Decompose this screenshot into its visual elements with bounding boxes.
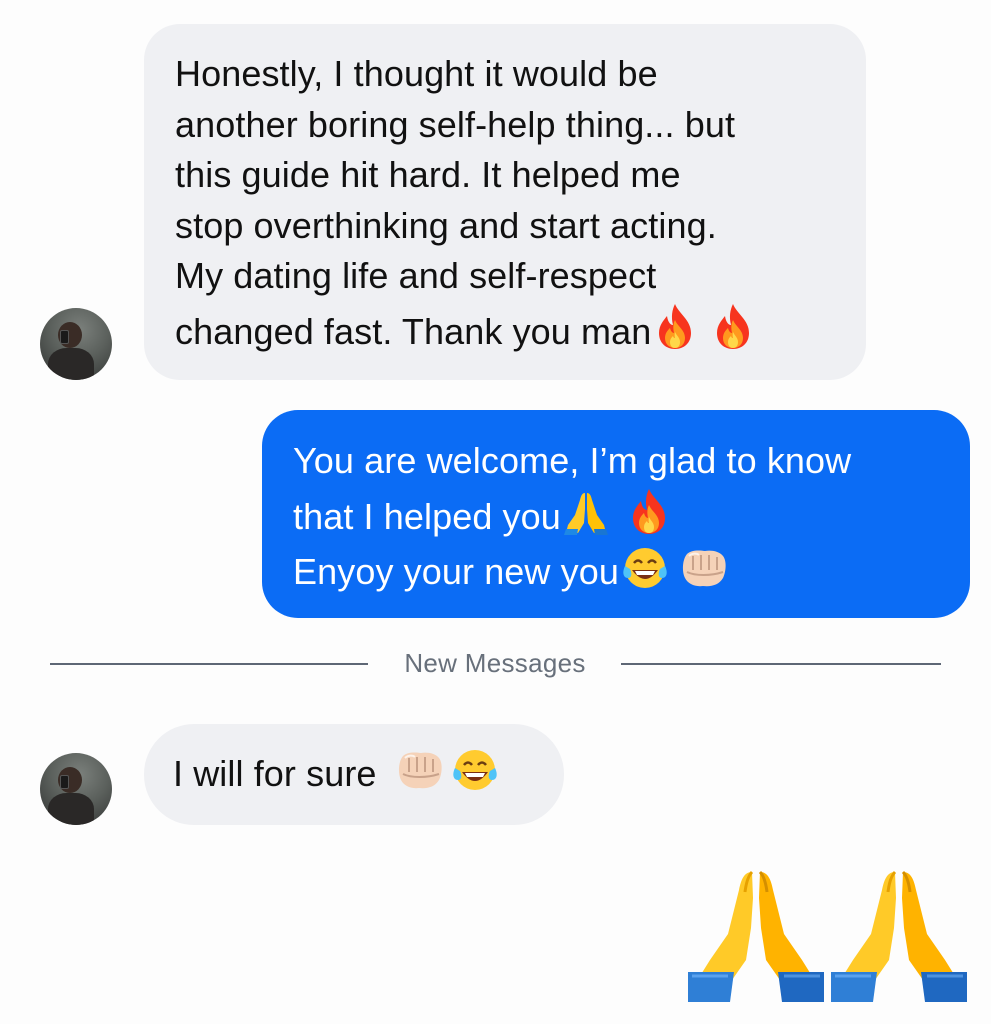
message-row-outgoing: You are welcome, I’m glad to know that I…: [0, 400, 991, 630]
message-text-line: this guide hit hard. It helped me: [175, 154, 681, 195]
avatar-body: [48, 348, 94, 380]
message-row-incoming: Honestly, I thought it would be another …: [0, 0, 991, 400]
divider-label: New Messages: [404, 648, 586, 678]
message-text-line-with-emoji: that I helped you: [293, 487, 970, 543]
message-bubble-incoming[interactable]: Honestly, I thought it would be another …: [144, 24, 866, 380]
avatar-body: [48, 793, 94, 825]
message-bubble-incoming[interactable]: I will for sure: [144, 724, 564, 825]
fist-bump-icon: [679, 546, 729, 590]
tears-of-joy-icon: [451, 748, 499, 792]
message-text-line-with-emoji: I will for sure: [173, 748, 564, 800]
message-text-segment: Enyoy your new you: [293, 551, 619, 592]
tears-of-joy-icon: [621, 546, 669, 590]
praying-hands-icon: [688, 868, 824, 1007]
avatar-phone: [60, 775, 69, 789]
fire-icon: [627, 487, 671, 535]
message-bubble-outgoing[interactable]: You are welcome, I’m glad to know that I…: [262, 410, 970, 618]
message-text-line: Honestly, I thought it would be: [175, 53, 658, 94]
message-emoji-only-outgoing[interactable]: [688, 868, 968, 1004]
divider-line-right: [621, 663, 941, 665]
message-text-line-with-emoji: changed fast. Thank you man: [175, 302, 866, 358]
message-text-line: stop overthinking and start acting.: [175, 204, 717, 246]
avatar[interactable]: [40, 308, 112, 380]
message-text-line: My dating life and self-respect: [175, 255, 657, 296]
praying-hands-icon: [563, 489, 609, 535]
new-messages-divider: New Messages: [50, 644, 941, 684]
message-text-segment: that I helped you: [293, 495, 561, 537]
avatar-phone: [60, 330, 69, 344]
message-text-segment: I will for sure: [173, 753, 377, 794]
message-text-line: You are welcome, I’m glad to know: [293, 440, 852, 481]
message-text-segment: changed fast. Thank you man: [175, 310, 652, 352]
fire-icon: [653, 302, 697, 350]
message-text-line-with-emoji: Enyoy your new you: [293, 546, 970, 598]
praying-hands-icon: [831, 868, 967, 1007]
divider-line-left: [50, 663, 368, 665]
fist-bump-icon: [395, 748, 445, 792]
avatar[interactable]: [40, 753, 112, 825]
message-text-line: another boring self-help thing... but: [175, 103, 736, 145]
message-row-incoming: I will for sure: [0, 700, 991, 850]
fire-icon: [711, 302, 755, 350]
